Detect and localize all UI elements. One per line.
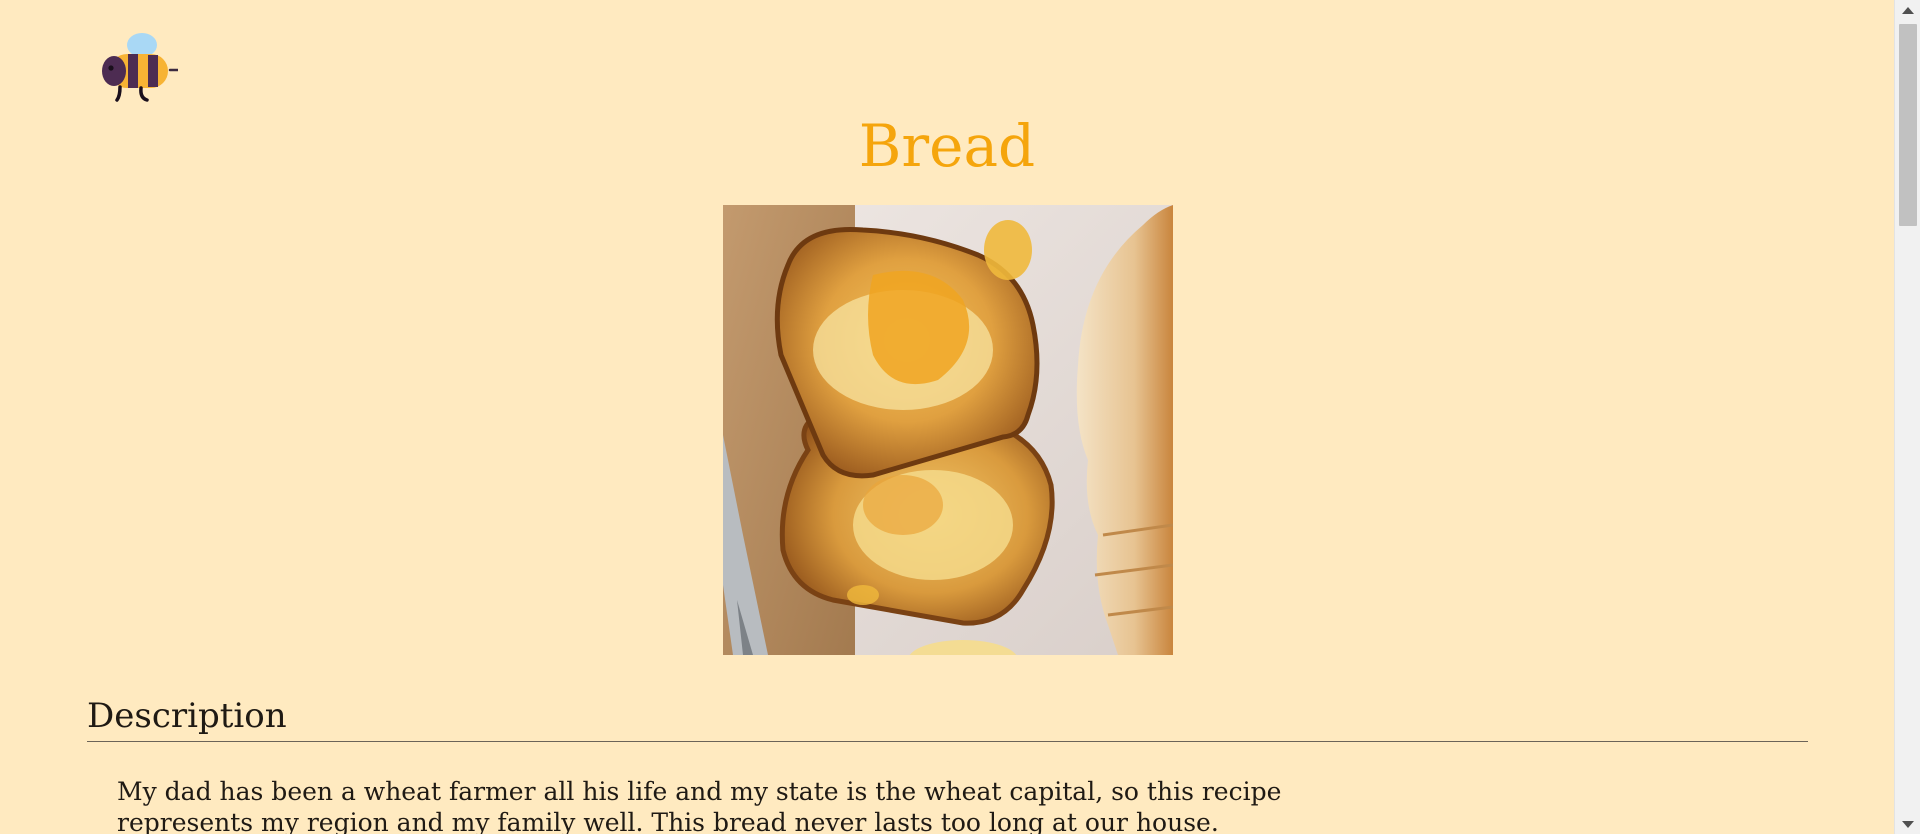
page-title: Bread — [858, 112, 1036, 180]
vertical-scrollbar[interactable] — [1894, 0, 1920, 834]
description-heading: Description — [87, 696, 287, 736]
scroll-up-button[interactable] — [1895, 0, 1920, 20]
description-text: My dad has been a wheat farmer all his l… — [117, 777, 1282, 834]
scroll-down-arrow-icon — [1902, 820, 1914, 828]
bread-toast-photo — [723, 205, 1173, 655]
scroll-down-button[interactable] — [1895, 814, 1920, 834]
bee-icon — [102, 33, 180, 102]
scroll-up-arrow-icon — [1902, 6, 1914, 14]
bee-logo-link[interactable] — [98, 28, 180, 108]
recipe-page: Bread Description My dad has been a whea… — [0, 0, 1920, 834]
section-divider — [87, 741, 1808, 742]
scrollbar-thumb[interactable] — [1899, 24, 1917, 226]
